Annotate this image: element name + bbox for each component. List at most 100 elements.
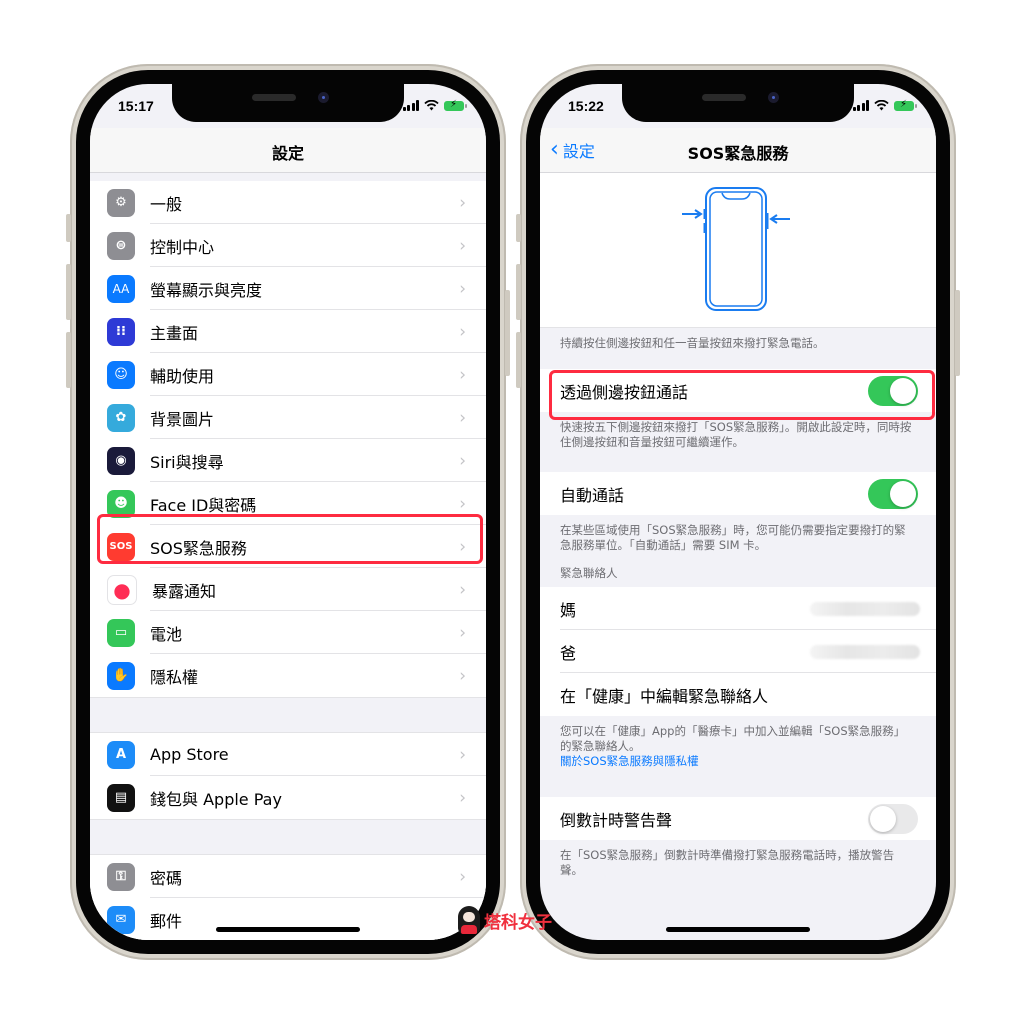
notch (622, 84, 854, 122)
wallet-icon: ▤ (107, 783, 135, 812)
chevron-right-icon: › (459, 622, 466, 643)
settings-list[interactable]: ⚙ 一般 › ⊜ 控制中心 › AA 螢幕顯示與亮度 › ⁝⁝ 主畫面 › ☺ 輔助使用 › ✿ 背景圖片 › ◉ S… (90, 173, 486, 940)
call-with-side-button-label: 透過側邊按鈕通話 (560, 382, 689, 402)
emergency-contacts-header: 緊急聯絡人 (560, 566, 618, 580)
settings-item[interactable]: ⊜ 控制中心 › (90, 224, 486, 267)
settings-item[interactable]: AA 螢幕顯示與亮度 › (90, 267, 486, 310)
status-time: 15:22 (568, 98, 604, 114)
settings-item-label: Siri與搜尋 (150, 452, 224, 472)
notch (172, 84, 404, 122)
settings-item-label: 螢幕顯示與亮度 (150, 280, 263, 300)
illustration-caption: 持續按住側邊按鈕和任一音量按鈕來撥打緊急電話。 (560, 336, 825, 350)
face-id-icon: ☻ (107, 489, 135, 518)
page-title: SOS緊急服務 (687, 144, 789, 163)
chevron-right-icon: › (459, 321, 466, 342)
contact-row[interactable]: 爸 (540, 630, 936, 673)
side-button (505, 290, 510, 376)
settings-item-label: 錢包與 Apple Pay (150, 789, 282, 809)
settings-item[interactable]: ▭ 電池 › (90, 611, 486, 654)
settings-item-label: 一般 (150, 194, 183, 214)
battery-charging-icon: ⚡ (894, 99, 917, 111)
sos-settings[interactable]: 持續按住側邊按鈕和任一音量按鈕來撥打緊急電話。 透過側邊按鈕通話 快速按五下側邊… (540, 173, 936, 940)
chevron-right-icon: › (459, 536, 466, 557)
chevron-right-icon: › (459, 364, 466, 385)
chevron-right-icon: › (459, 787, 466, 808)
left-phone-frame: 15:17 ⚡ 設定 ⚙ 一般 › ⊜ 控制中心 › AA 螢幕顯示與亮度 › ⁝⁝ 主畫面 › ☺ 輔助… (66, 64, 510, 960)
home-screen-icon: ⁝⁝ (107, 317, 135, 346)
settings-item-label: 主畫面 (150, 323, 199, 343)
siri-icon: ◉ (107, 446, 135, 475)
contact-number-redacted (810, 644, 920, 659)
auto-call-footnote: 在某些區域使用「SOS緊急服務」時，您可能仍需要指定要撥打的緊急服務單位。「自動… (560, 523, 906, 552)
settings-item[interactable]: ☺ 輔助使用 › (90, 353, 486, 396)
camera-icon (768, 92, 779, 103)
settings-item[interactable]: A App Store › (90, 733, 486, 776)
battery-icon: ▭ (107, 618, 135, 647)
volume-up-button (516, 264, 521, 320)
settings-item[interactable]: ◉ Siri與搜尋 › (90, 439, 486, 482)
countdown-sound-toggle[interactable] (868, 803, 918, 834)
chevron-right-icon: › (459, 278, 466, 299)
countdown-sound-row: 倒數計時警告聲 (540, 797, 936, 840)
chevron-right-icon: › (459, 192, 466, 213)
cellular-signal-icon (852, 100, 869, 111)
chevron-right-icon: › (459, 866, 466, 887)
countdown-sound-label: 倒數計時警告聲 (560, 810, 673, 830)
wifi-icon (874, 100, 889, 111)
settings-item[interactable]: SOS SOS緊急服務 › (90, 525, 486, 568)
section-gap (90, 819, 486, 855)
mute-switch (66, 214, 71, 242)
settings-item[interactable]: ● 暴露通知 › (90, 568, 486, 611)
settings-item-label: 電池 (150, 624, 183, 644)
edit-contacts-link[interactable]: 在「健康」中編輯緊急聯絡人 (560, 683, 936, 707)
contact-name: 爸 (560, 643, 577, 663)
settings-item[interactable]: ⚿ 密碼 › (90, 855, 486, 898)
settings-item-label: 密碼 (150, 868, 183, 888)
call-with-side-button-toggle[interactable] (868, 375, 918, 406)
contact-row[interactable]: 媽 (540, 587, 936, 630)
exposure-notification-icon: ● (107, 574, 137, 605)
app-store-icon: A (107, 740, 135, 769)
settings-item[interactable]: ✿ 背景圖片 › (90, 396, 486, 439)
privacy-link[interactable]: 關於SOS緊急服務與隱私權 (560, 754, 916, 769)
settings-item[interactable]: ⚙ 一般 › (90, 181, 486, 224)
switches-icon: ⊜ (107, 231, 135, 260)
volume-down-button (66, 332, 71, 388)
chevron-right-icon: › (459, 450, 466, 471)
contact-name: 媽 (560, 600, 577, 620)
gear-icon: ⚙ (107, 188, 135, 217)
call-with-side-button-row: 透過側邊按鈕通話 (540, 369, 936, 412)
settings-item-label: 控制中心 (150, 237, 215, 257)
health-footnote-text: 您可以在「健康」App的「醫療卡」中加入並編輯「SOS緊急服務」的緊急聯絡人。 (560, 724, 906, 753)
status-time: 15:17 (118, 98, 154, 114)
nav-bar: 設定 (90, 128, 486, 173)
mail-icon: ✉ (107, 905, 135, 934)
home-indicator[interactable] (216, 927, 360, 932)
settings-item[interactable]: ☻ Face ID與密碼 › (90, 482, 486, 525)
settings-item-label: App Store (150, 745, 229, 764)
settings-screen: 15:17 ⚡ 設定 ⚙ 一般 › ⊜ 控制中心 › AA 螢幕顯示與亮度 › ⁝⁝ 主畫面 › ☺ 輔助… (90, 84, 486, 940)
watermark-avatar-icon (458, 906, 480, 934)
settings-item-label: 暴露通知 (152, 581, 217, 601)
side-button (955, 290, 960, 376)
settings-item-label: 背景圖片 (150, 409, 215, 429)
auto-call-toggle[interactable] (868, 478, 918, 509)
key-icon: ⚿ (107, 862, 135, 891)
settings-item[interactable]: ▤ 錢包與 Apple Pay › (90, 776, 486, 819)
wallpaper-flower-icon: ✿ (107, 403, 135, 432)
section-gap (90, 697, 486, 733)
settings-item[interactable]: ✋ 隱私權 › (90, 654, 486, 697)
watermark: 塔科女子 (458, 906, 552, 934)
mute-switch (516, 214, 521, 242)
edit-contacts-row[interactable]: 在「健康」中編輯緊急聯絡人 (540, 673, 936, 716)
settings-item-label: 隱私權 (150, 667, 199, 687)
settings-item[interactable]: ⁝⁝ 主畫面 › (90, 310, 486, 353)
settings-item[interactable]: ✉郵件› (90, 898, 486, 940)
contact-number-redacted (810, 601, 920, 616)
wifi-icon (424, 100, 439, 111)
home-indicator[interactable] (666, 927, 810, 932)
nav-bar: ‹ 設定 SOS緊急服務 (540, 128, 936, 173)
cellular-signal-icon (402, 100, 419, 111)
sos-screen: 15:22 ⚡ ‹ 設定 SOS緊急服務 持續按住側邊按鈕和任一音量按鈕來撥打緊… (540, 84, 936, 940)
chevron-right-icon: › (459, 665, 466, 686)
